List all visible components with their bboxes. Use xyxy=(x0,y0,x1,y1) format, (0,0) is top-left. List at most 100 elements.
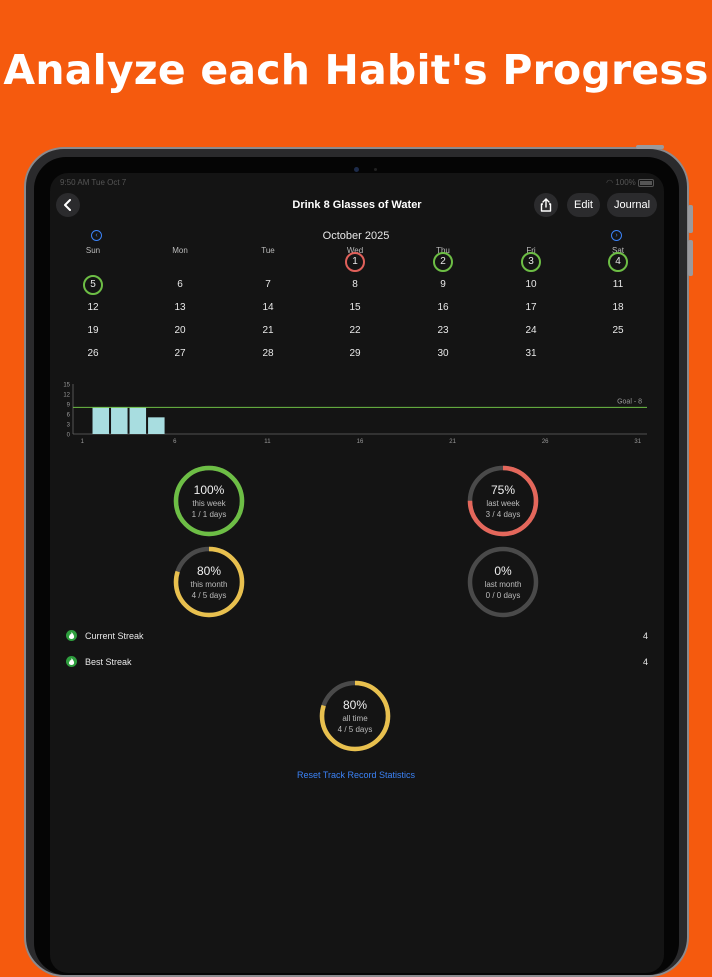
calendar-day[interactable]: 25 xyxy=(608,321,628,341)
calendar-day[interactable]: 26 xyxy=(83,344,103,364)
calendar-day[interactable]: 11 xyxy=(608,275,628,295)
ring-label: last month xyxy=(484,580,522,589)
calendar-day[interactable]: 7 xyxy=(258,275,278,295)
ring-percent: 80% xyxy=(196,564,222,578)
x-tick-label: 16 xyxy=(357,439,364,445)
reset-statistics-link[interactable]: Reset Track Record Statistics xyxy=(50,770,662,780)
ring-label: this month xyxy=(190,580,228,589)
ring-percent: 75% xyxy=(490,483,516,497)
calendar-day[interactable]: 23 xyxy=(433,321,453,341)
calendar-day[interactable]: 5 xyxy=(83,275,103,295)
calendar-day[interactable]: 18 xyxy=(608,298,628,318)
y-tick-label: 9 xyxy=(67,403,71,409)
calendar-day[interactable]: 8 xyxy=(345,275,365,295)
calendar-day[interactable]: 4 xyxy=(608,252,628,272)
y-tick-label: 0 xyxy=(67,433,71,439)
calendar-day[interactable]: 12 xyxy=(83,298,103,318)
calendar-day[interactable]: 27 xyxy=(170,344,190,364)
calendar-day[interactable]: 22 xyxy=(345,321,365,341)
ring-text: 100% this week 1 / 1 days xyxy=(171,463,247,539)
ring-text: 0% last month 0 / 0 days xyxy=(465,544,541,620)
app-screen: 9:50 AM Tue Oct 7 ◠ 100% Drink 8 Glasses… xyxy=(50,173,664,973)
current-streak-row: Current Streak 4 xyxy=(66,630,648,641)
all-time-ring: 80% all time 4 / 5 days xyxy=(317,678,393,754)
weekday-label: Tue xyxy=(261,246,275,255)
calendar-day[interactable]: 20 xyxy=(170,321,190,341)
ring-label: all time xyxy=(342,714,368,723)
next-month-button[interactable]: › xyxy=(611,230,622,241)
y-tick-label: 15 xyxy=(63,383,70,389)
best-streak-row: Best Streak 4 xyxy=(66,656,648,667)
battery-icon xyxy=(638,178,654,187)
goal-label: Goal - 8 xyxy=(617,398,642,405)
calendar-day[interactable]: 16 xyxy=(433,298,453,318)
calendar-day[interactable]: 30 xyxy=(433,344,453,364)
last-week-ring: 75% last week 3 / 4 days xyxy=(465,463,541,539)
ring-detail: 1 / 1 days xyxy=(191,510,227,519)
y-tick-label: 6 xyxy=(67,413,71,419)
y-tick-label: 3 xyxy=(67,423,71,429)
ring-detail: 4 / 5 days xyxy=(191,591,227,600)
status-time: 9:50 AM Tue Oct 7 xyxy=(60,178,127,187)
current-streak-value: 4 xyxy=(642,630,648,641)
ring-detail: 4 / 5 days xyxy=(337,725,373,734)
flame-icon xyxy=(66,656,77,667)
best-streak-label: Best Streak xyxy=(85,656,132,667)
battery-percent: 100% xyxy=(615,178,636,187)
ring-label: this week xyxy=(192,499,226,508)
edit-button[interactable]: Edit xyxy=(567,193,600,217)
status-right: ◠ 100% xyxy=(606,178,654,187)
calendar-day[interactable]: 29 xyxy=(345,344,365,364)
flame-icon xyxy=(66,630,77,641)
share-button[interactable] xyxy=(534,193,558,217)
x-tick-label: 6 xyxy=(173,439,177,445)
x-tick-label: 26 xyxy=(542,439,549,445)
x-tick-label: 31 xyxy=(634,439,641,445)
best-streak-value: 4 xyxy=(642,656,648,667)
calendar-day[interactable]: 2 xyxy=(433,252,453,272)
this-week-ring: 100% this week 1 / 1 days xyxy=(171,463,247,539)
last-month-ring: 0% last month 0 / 0 days xyxy=(465,544,541,620)
progress-chart: 036912151 6 11 16 21 26 31Goal - 8 xyxy=(63,383,647,445)
ring-label: last week xyxy=(486,499,520,508)
this-month-ring: 80% this month 4 / 5 days xyxy=(171,544,247,620)
calendar-day[interactable]: 17 xyxy=(521,298,541,318)
month-label: October 2025 xyxy=(322,230,390,242)
calendar-day[interactable]: 21 xyxy=(258,321,278,341)
calendar-day[interactable]: 19 xyxy=(83,321,103,341)
x-tick-label: 21 xyxy=(449,439,456,445)
calendar-day[interactable]: 28 xyxy=(258,344,278,364)
calendar-day[interactable]: 3 xyxy=(521,252,541,272)
chart-bar xyxy=(129,407,147,434)
weekday-label: Mon xyxy=(172,246,188,255)
status-bar: 9:50 AM Tue Oct 7 ◠ 100% xyxy=(60,178,654,187)
volume-down-button xyxy=(688,240,693,276)
journal-button[interactable]: Journal xyxy=(607,193,657,217)
ring-text: 75% last week 3 / 4 days xyxy=(465,463,541,539)
ring-text: 80% this month 4 / 5 days xyxy=(171,544,247,620)
chart-bar xyxy=(92,407,110,434)
calendar-day[interactable]: 24 xyxy=(521,321,541,341)
calendar-day[interactable]: 6 xyxy=(170,275,190,295)
sensor-dot xyxy=(374,168,377,171)
calendar-day[interactable]: 10 xyxy=(521,275,541,295)
calendar-day[interactable]: 13 xyxy=(170,298,190,318)
calendar-day[interactable]: 31 xyxy=(521,344,541,364)
x-tick-label: 11 xyxy=(264,439,271,445)
chart-bar xyxy=(111,407,128,434)
share-icon xyxy=(540,198,552,212)
calendar-day[interactable]: 15 xyxy=(345,298,365,318)
camera-dot xyxy=(354,167,359,172)
ring-percent: 80% xyxy=(342,698,368,712)
weekday-label: Sun xyxy=(85,246,101,255)
chevron-right-icon: › xyxy=(615,232,618,239)
calendar-day[interactable]: 14 xyxy=(258,298,278,318)
calendar-day[interactable]: 9 xyxy=(433,275,453,295)
ring-percent: 0% xyxy=(494,564,512,578)
x-tick-label: 1 xyxy=(81,439,85,445)
ring-detail: 0 / 0 days xyxy=(485,591,521,600)
headline: Analyze each Habit's Progress xyxy=(3,46,709,94)
wifi-icon: ◠ xyxy=(606,178,614,187)
ring-detail: 3 / 4 days xyxy=(485,510,521,519)
calendar-day[interactable]: 1 xyxy=(345,252,365,272)
